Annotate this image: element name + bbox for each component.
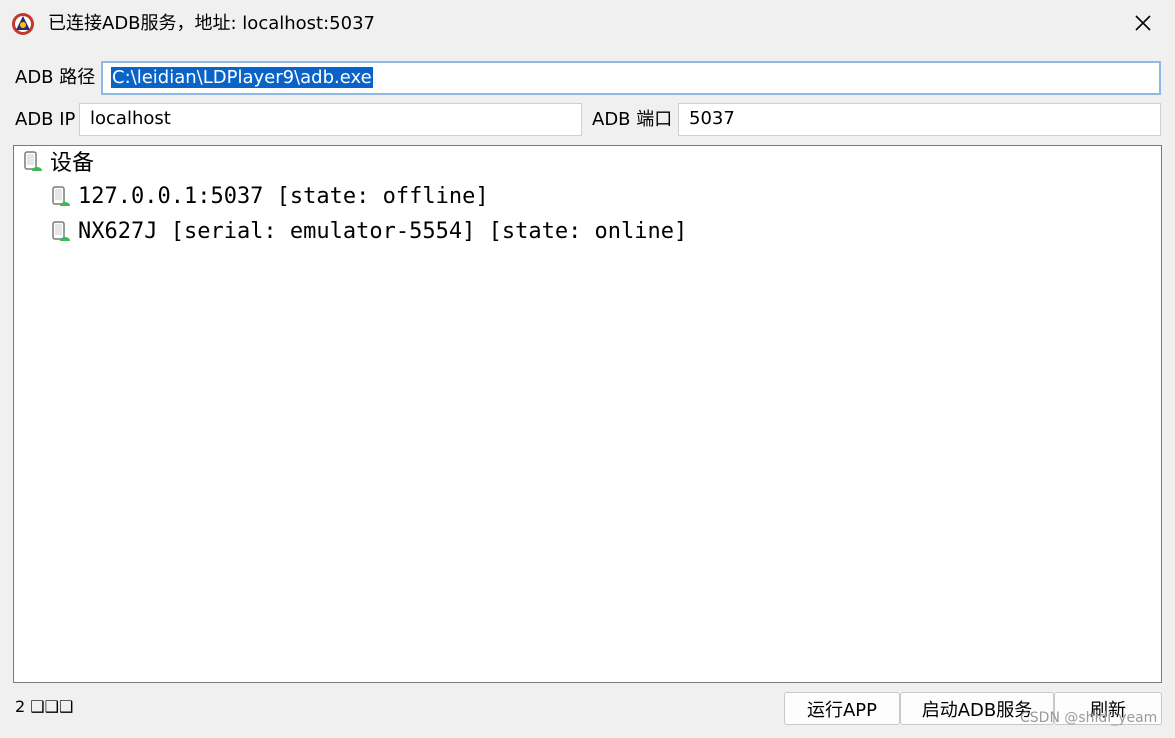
window-title: 已连接ADB服务，地址: localhost:5037 (48, 13, 375, 34)
tree-root-devices[interactable]: 设备 (22, 146, 94, 176)
adb-port-label: ADB 端口 (592, 109, 673, 130)
adb-path-value: C:\leidian\LDPlayer9\adb.exe (111, 67, 373, 88)
tree-item-label: NX627J [serial: emulator-5554] [state: o… (78, 218, 688, 244)
android-device-icon (52, 221, 70, 241)
tree-item[interactable]: NX627J [serial: emulator-5554] [state: o… (50, 216, 687, 246)
watermark: CSDN @shidi_yeam (1020, 710, 1158, 726)
adb-ip-input[interactable]: localhost (79, 103, 582, 136)
tree-item-label: 127.0.0.1:5037 [state: offline] (78, 183, 489, 209)
run-app-button[interactable]: 运行APP (784, 692, 900, 725)
adb-ip-label: ADB IP (15, 109, 76, 130)
device-group-icon (24, 151, 42, 171)
adb-port-input[interactable]: 5037 (678, 103, 1161, 136)
tree-root-label: 设备 (50, 151, 95, 176)
adb-path-input[interactable]: C:\leidian\LDPlayer9\adb.exe (101, 61, 1161, 95)
adb-path-label: ADB 路径 (15, 67, 96, 88)
status-text: 2 ❑❑❑ (15, 697, 74, 716)
app-logo-icon (12, 13, 34, 35)
close-button[interactable] (1120, 0, 1166, 46)
android-device-icon (52, 186, 70, 206)
adb-window: 已连接ADB服务，地址: localhost:5037 ADB 路径 C:\le… (0, 0, 1175, 738)
tree-item[interactable]: 127.0.0.1:5037 [state: offline] (50, 181, 489, 211)
device-tree[interactable]: 设备 127.0.0.1:5037 [state: offline] NX627… (13, 145, 1162, 683)
close-icon (1135, 15, 1151, 31)
title-bar: 已连接ADB服务，地址: localhost:5037 (0, 0, 1175, 46)
